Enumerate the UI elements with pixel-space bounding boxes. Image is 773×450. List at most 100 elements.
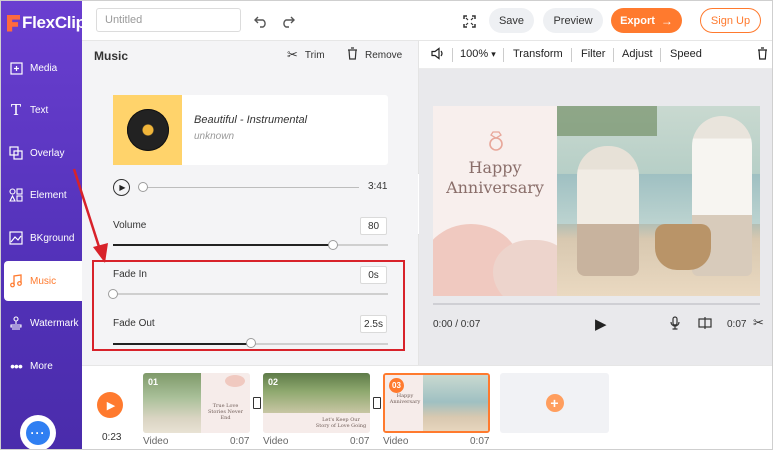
sidebar-item-label: Media (30, 62, 58, 74)
logo-text: FlexClip (22, 13, 86, 32)
transition-icon[interactable] (373, 397, 381, 409)
sidebar-item-text[interactable]: T Text (1, 90, 82, 130)
panel-title: Music (94, 49, 129, 63)
add-clip-button[interactable]: + (500, 373, 609, 433)
overlay-icon (9, 146, 23, 160)
timeline-clip-1[interactable]: 01 True Love Stories Never End (143, 373, 250, 433)
timeline-total-time: 0:23 (102, 432, 122, 443)
volume-value[interactable]: 80 (360, 217, 387, 235)
clip-number: 02 (268, 377, 279, 387)
title-line-2: Anniversary (446, 178, 544, 197)
title-line-1: Happy (468, 158, 522, 177)
toolbar-divider (571, 48, 572, 62)
photo-person-woman (577, 146, 639, 276)
music-play-button[interactable]: ▶ (113, 179, 130, 196)
undo-icon[interactable] (252, 12, 270, 30)
trash-icon (347, 47, 358, 63)
text-icon: T (10, 100, 21, 119)
support-chat-button[interactable]: ··· (20, 415, 56, 449)
clip-number: 01 (148, 377, 159, 387)
clip-text-panel: Let's Keep Our Story of Love Going (263, 413, 370, 433)
trim-button[interactable]: ✂ Trim (287, 47, 325, 63)
clip-caption: True Love Stories Never End (207, 403, 244, 421)
media-icon (9, 61, 23, 75)
flexclip-logo[interactable]: FlexClip (7, 11, 86, 35)
track-artist: unknown (194, 131, 235, 142)
redo-icon[interactable] (278, 12, 296, 30)
zoom-level: 100% (460, 48, 489, 60)
preview-progress-bar[interactable] (433, 303, 760, 305)
export-button[interactable]: Export → (611, 8, 682, 33)
save-button[interactable]: Save (489, 8, 534, 33)
split-icon[interactable] (698, 316, 712, 333)
clip-duration: 0:07 (350, 436, 370, 447)
sidebar-item-more[interactable]: ••• More (1, 346, 82, 386)
clip-type: Video (143, 436, 169, 447)
music-progress-handle[interactable] (138, 182, 148, 192)
annotation-highlight-box (92, 260, 405, 351)
microphone-icon[interactable] (669, 316, 681, 333)
clip-thumbnail (263, 373, 370, 413)
clip-number: 03 (389, 378, 404, 393)
music-track-card[interactable]: Beautiful - Instrumental unknown (113, 95, 388, 165)
volume-icon[interactable] (431, 47, 445, 63)
sidebar-item-media[interactable]: Media (1, 48, 82, 88)
play-icon: ▶ (119, 183, 126, 192)
clip-text-panel: True Love Stories Never End (201, 373, 250, 433)
sign-up-button[interactable]: Sign Up (700, 8, 761, 33)
ring-icon (489, 131, 503, 151)
timeline-play-button[interactable]: ▶ (97, 392, 123, 418)
clip-caption: Happy Anniversary (389, 393, 421, 405)
background-icon (9, 231, 23, 245)
top-toolbar: Save Preview Export → Sign Up (82, 1, 772, 41)
adjust-button[interactable]: Adjust (622, 48, 653, 60)
arrow-right-icon: → (660, 13, 673, 28)
zoom-dropdown[interactable]: 100% ▾ (460, 48, 496, 60)
toolbar-divider (660, 48, 661, 62)
clip-duration: 0:07 (230, 436, 250, 447)
chevron-down-icon: ▾ (491, 49, 496, 59)
timeline-clip-3[interactable]: 03 Happy Anniversary (383, 373, 490, 433)
sidebar-item-element[interactable]: Element (1, 175, 82, 215)
export-label: Export (620, 14, 655, 27)
preview-play-button[interactable]: ▶ (595, 315, 607, 333)
transform-button[interactable]: Transform (513, 48, 563, 60)
filter-button[interactable]: Filter (581, 48, 605, 60)
transition-icon[interactable] (253, 397, 261, 409)
title-text: Happy Anniversary (433, 158, 557, 198)
sidebar-item-watermark[interactable]: Watermark (1, 303, 82, 343)
preview-time: 0:00 / 0:07 (433, 319, 481, 330)
timeline-clip-2[interactable]: 02 Let's Keep Our Story of Love Going (263, 373, 370, 433)
sidebar-item-background[interactable]: BKground (1, 218, 82, 258)
sidebar-item-overlay[interactable]: Overlay (1, 133, 82, 173)
fullscreen-icon[interactable] (460, 12, 478, 30)
sidebar-item-music[interactable]: Music (4, 261, 82, 301)
speed-button[interactable]: Speed (670, 48, 702, 60)
clip-thumbnail (423, 375, 488, 431)
chat-icon: ··· (26, 421, 50, 445)
music-progress-track[interactable] (142, 187, 359, 188)
title-card: Happy Anniversary (433, 106, 573, 296)
clip-type: Video (263, 436, 289, 447)
vinyl-record-icon (126, 109, 169, 151)
clip-caption: Let's Keep Our Story of Love Going (315, 417, 367, 429)
photo-basket (655, 224, 711, 270)
project-title-input[interactable] (96, 8, 241, 32)
remove-button[interactable]: Remove (347, 47, 402, 63)
video-canvas[interactable]: Happy Anniversary (433, 106, 760, 296)
decor-shape (225, 375, 245, 387)
clip-type: Video (383, 436, 409, 447)
preview-button[interactable]: Preview (543, 8, 603, 33)
volume-slider-handle[interactable] (328, 240, 338, 250)
sidebar-item-label: Music (30, 275, 57, 287)
sidebar-item-label: BKground (30, 232, 75, 244)
sidebar-item-label: More (30, 360, 53, 372)
logo-icon (7, 14, 20, 32)
album-art (113, 95, 182, 165)
sidebar-item-label: Overlay (30, 147, 65, 159)
delete-icon[interactable] (757, 47, 768, 63)
scissors-icon[interactable]: ✂ (753, 315, 764, 331)
play-icon: ▶ (595, 316, 607, 333)
preview-toolbar: 100% ▾ Transform Filter Adjust Speed (419, 41, 772, 69)
toolbar-divider (613, 48, 614, 62)
